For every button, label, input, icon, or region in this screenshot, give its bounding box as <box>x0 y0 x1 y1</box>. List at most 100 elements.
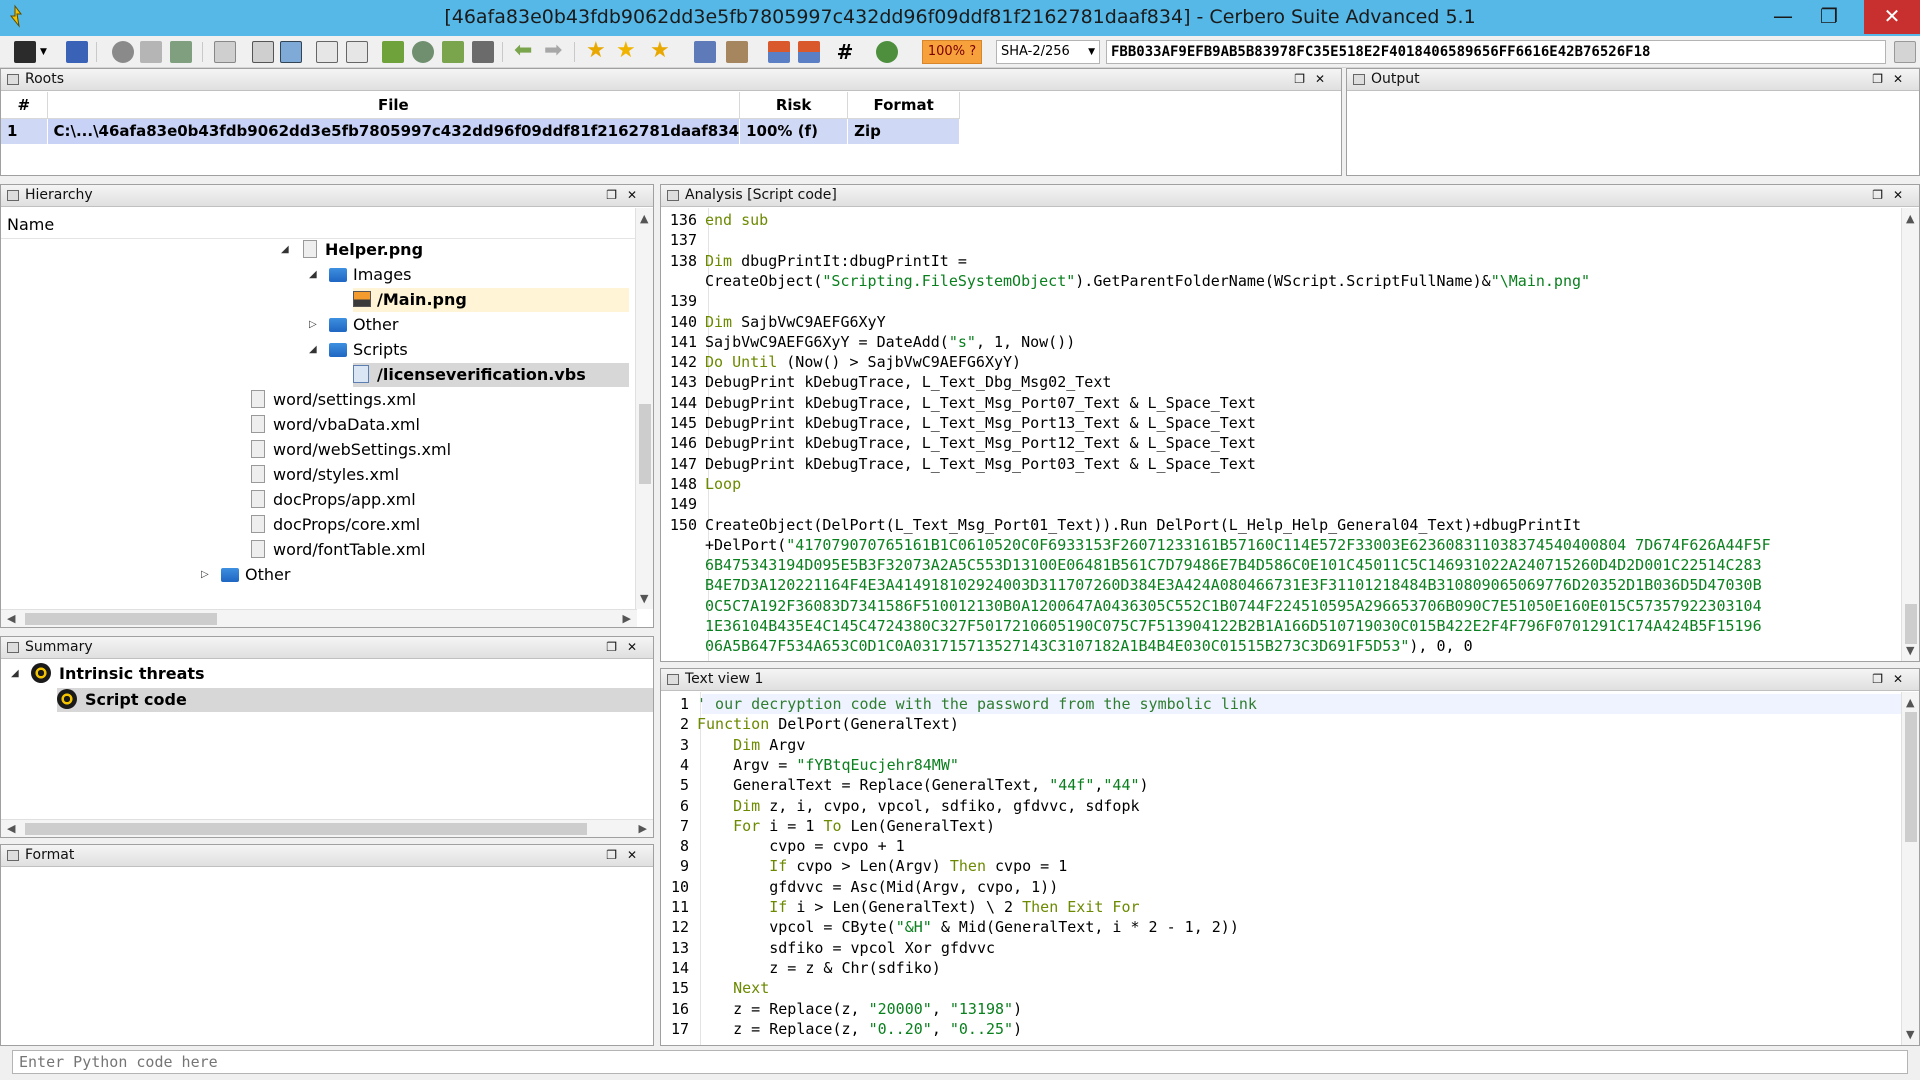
minimize-button[interactable]: — <box>1760 0 1806 34</box>
open-icon[interactable] <box>66 41 88 63</box>
collapsed-arrow-icon[interactable]: ▷ <box>201 563 209 587</box>
palette-alt-icon[interactable] <box>798 41 820 63</box>
scroll-left-icon[interactable]: ◀ <box>7 822 15 835</box>
gear-icon[interactable] <box>112 41 134 63</box>
column-header-file[interactable]: File <box>47 92 741 119</box>
column-header-format[interactable]: Format <box>847 92 961 119</box>
tree-item-helper-png[interactable]: Helper.png <box>303 238 423 262</box>
download-icon[interactable] <box>382 41 404 63</box>
expanded-arrow-icon[interactable]: ◢ <box>309 338 317 362</box>
column-header-num[interactable]: # <box>1 92 48 119</box>
tree-item-label: docProps/core.xml <box>273 515 421 534</box>
python-input[interactable] <box>12 1050 1908 1074</box>
export-icon[interactable] <box>170 41 192 63</box>
scroll-thumb[interactable] <box>25 613 217 625</box>
scroll-thumb[interactable] <box>639 404 651 484</box>
scroll-thumb[interactable] <box>1905 712 1917 842</box>
tools-icon[interactable] <box>472 41 494 63</box>
tree-item-scripts[interactable]: Scripts <box>329 338 408 362</box>
text-view-vertical-scrollbar[interactable]: ▲ ▼ <box>1901 692 1919 1045</box>
tree-item-main-png[interactable]: /Main.png <box>353 288 629 312</box>
scroll-down-icon[interactable]: ▼ <box>640 592 648 605</box>
window-icon[interactable] <box>214 41 236 63</box>
scroll-down-icon[interactable]: ▼ <box>1906 644 1914 657</box>
tree-item-word-fonttable-xml[interactable]: word/fontTable.xml <box>251 538 426 562</box>
tree-item-docprops-app-xml[interactable]: docProps/app.xml <box>251 488 416 512</box>
tree-item-licenseverification-vbs[interactable]: /licenseverification.vbs <box>353 363 629 387</box>
star-icon[interactable]: ★ <box>616 40 638 63</box>
wand-icon[interactable] <box>726 41 748 63</box>
expanded-arrow-icon[interactable]: ◢ <box>309 263 317 287</box>
hash-value-field[interactable]: FBB033AF9EFB9AB5B83978FC35E518E2F4018406… <box>1106 40 1886 64</box>
table-row[interactable]: 1 C:\...\46afa83e0b43fdb9062dd3e5fb78059… <box>1 118 961 144</box>
forward-arrow-icon[interactable]: ➡ <box>544 40 566 63</box>
panel-buttons[interactable]: ❐✕ <box>606 637 647 658</box>
panel-buttons[interactable]: ❐✕ <box>606 845 647 866</box>
back-arrow-icon[interactable]: ⬅ <box>514 40 536 63</box>
scroll-left-icon[interactable]: ◀ <box>7 612 15 625</box>
file-icon <box>251 515 265 533</box>
tree-item-images[interactable]: Images <box>329 263 411 287</box>
refresh-icon[interactable] <box>876 41 898 63</box>
line-number: 3 <box>679 735 689 754</box>
collapsed-arrow-icon[interactable]: ▷ <box>309 313 317 337</box>
screen-icon[interactable] <box>280 41 302 63</box>
bookmark-star-icon[interactable]: ★ <box>586 40 608 63</box>
code-line: vpcol = CByte("&H" & Mid(GeneralText, i … <box>697 918 1239 937</box>
tree-item-word-vbadata-xml[interactable]: word/vbaData.xml <box>251 413 420 437</box>
expanded-arrow-icon[interactable]: ◢ <box>11 662 19 686</box>
chevron-down-icon[interactable]: ▼ <box>40 41 52 63</box>
tree-item-docprops-core-xml[interactable]: docProps/core.xml <box>251 513 420 537</box>
risk-indicator[interactable]: 100% ? <box>922 40 982 64</box>
text-view-editor[interactable]: 1 ' our decryption code with the password… <box>661 692 1919 1045</box>
link-icon[interactable] <box>694 41 716 63</box>
tree-item-label: /Main.png <box>377 290 467 309</box>
format-body[interactable] <box>1 868 653 1045</box>
panel-buttons[interactable]: ❐✕ <box>1872 185 1913 206</box>
output-body[interactable] <box>1347 92 1919 175</box>
hierarchy-panel-title: Hierarchy <box>25 187 93 203</box>
scroll-right-icon[interactable]: ▶ <box>623 612 631 625</box>
tree-item-word-styles-xml[interactable]: word/styles.xml <box>251 463 399 487</box>
document-icon[interactable] <box>140 41 162 63</box>
close-button[interactable]: ✕ <box>1864 0 1920 34</box>
tree-item-other-root[interactable]: Other <box>221 563 290 587</box>
tree-item-other[interactable]: Other <box>329 313 398 337</box>
restore-button[interactable]: ❐ <box>1806 0 1852 34</box>
expanded-arrow-icon[interactable]: ◢ <box>281 238 289 262</box>
scroll-up-icon[interactable]: ▲ <box>1906 212 1914 225</box>
hierarchy-horizontal-scrollbar[interactable]: ◀ ▶ <box>1 609 637 627</box>
tree-item-word-settings-xml[interactable]: word/settings.xml <box>251 388 416 412</box>
favorite-star-icon[interactable]: ★ <box>650 40 672 63</box>
summary-item-script-code[interactable]: Script code <box>57 688 653 712</box>
summary-item-intrinsic-threats[interactable]: Intrinsic threats <box>31 662 205 686</box>
toolbar: ▼ ⬅ ➡ ★ ★ ★ # 100% ? SHA-2/256 ▼ FBB033AF… <box>0 36 1920 68</box>
copy-icon[interactable] <box>1894 41 1916 63</box>
layout-icon[interactable] <box>252 41 274 63</box>
scroll-up-icon[interactable]: ▲ <box>1906 696 1914 709</box>
scroll-thumb[interactable] <box>25 823 587 835</box>
scroll-up-icon[interactable]: ▲ <box>640 212 648 225</box>
tree-item-word-websettings-xml[interactable]: word/webSettings.xml <box>251 438 451 462</box>
panel-buttons[interactable]: ❐✕ <box>606 185 647 206</box>
column-header-risk[interactable]: Risk <box>739 92 849 119</box>
hash-icon[interactable]: # <box>834 41 856 63</box>
column-header-name[interactable]: Name <box>7 212 54 238</box>
panel-buttons[interactable]: ❐✕ <box>1872 669 1913 690</box>
hierarchy-vertical-scrollbar[interactable]: ▲ ▼ <box>635 208 653 609</box>
hash-algorithm-select[interactable]: SHA-2/256 ▼ <box>996 40 1100 64</box>
scroll-right-icon[interactable]: ▶ <box>639 822 647 835</box>
palette-icon[interactable] <box>768 41 790 63</box>
analysis-code-view[interactable]: 136 end sub 137 138 Dim dbugPrintIt:dbugPrin… <box>661 208 1919 661</box>
panel-buttons[interactable]: ❐✕ <box>1872 69 1913 90</box>
scroll-thumb[interactable] <box>1905 604 1917 644</box>
analysis-vertical-scrollbar[interactable]: ▲ ▼ <box>1901 208 1919 661</box>
scroll-down-icon[interactable]: ▼ <box>1906 1028 1914 1041</box>
panel-split-icon[interactable] <box>346 41 368 63</box>
panel-icon[interactable] <box>316 41 338 63</box>
summary-horizontal-scrollbar[interactable]: ◀ ▶ <box>1 819 653 837</box>
add-icon[interactable] <box>442 41 464 63</box>
search-icon[interactable] <box>412 41 434 63</box>
panel-buttons[interactable]: ❐✕ <box>1294 69 1335 90</box>
save-icon[interactable] <box>14 41 36 63</box>
